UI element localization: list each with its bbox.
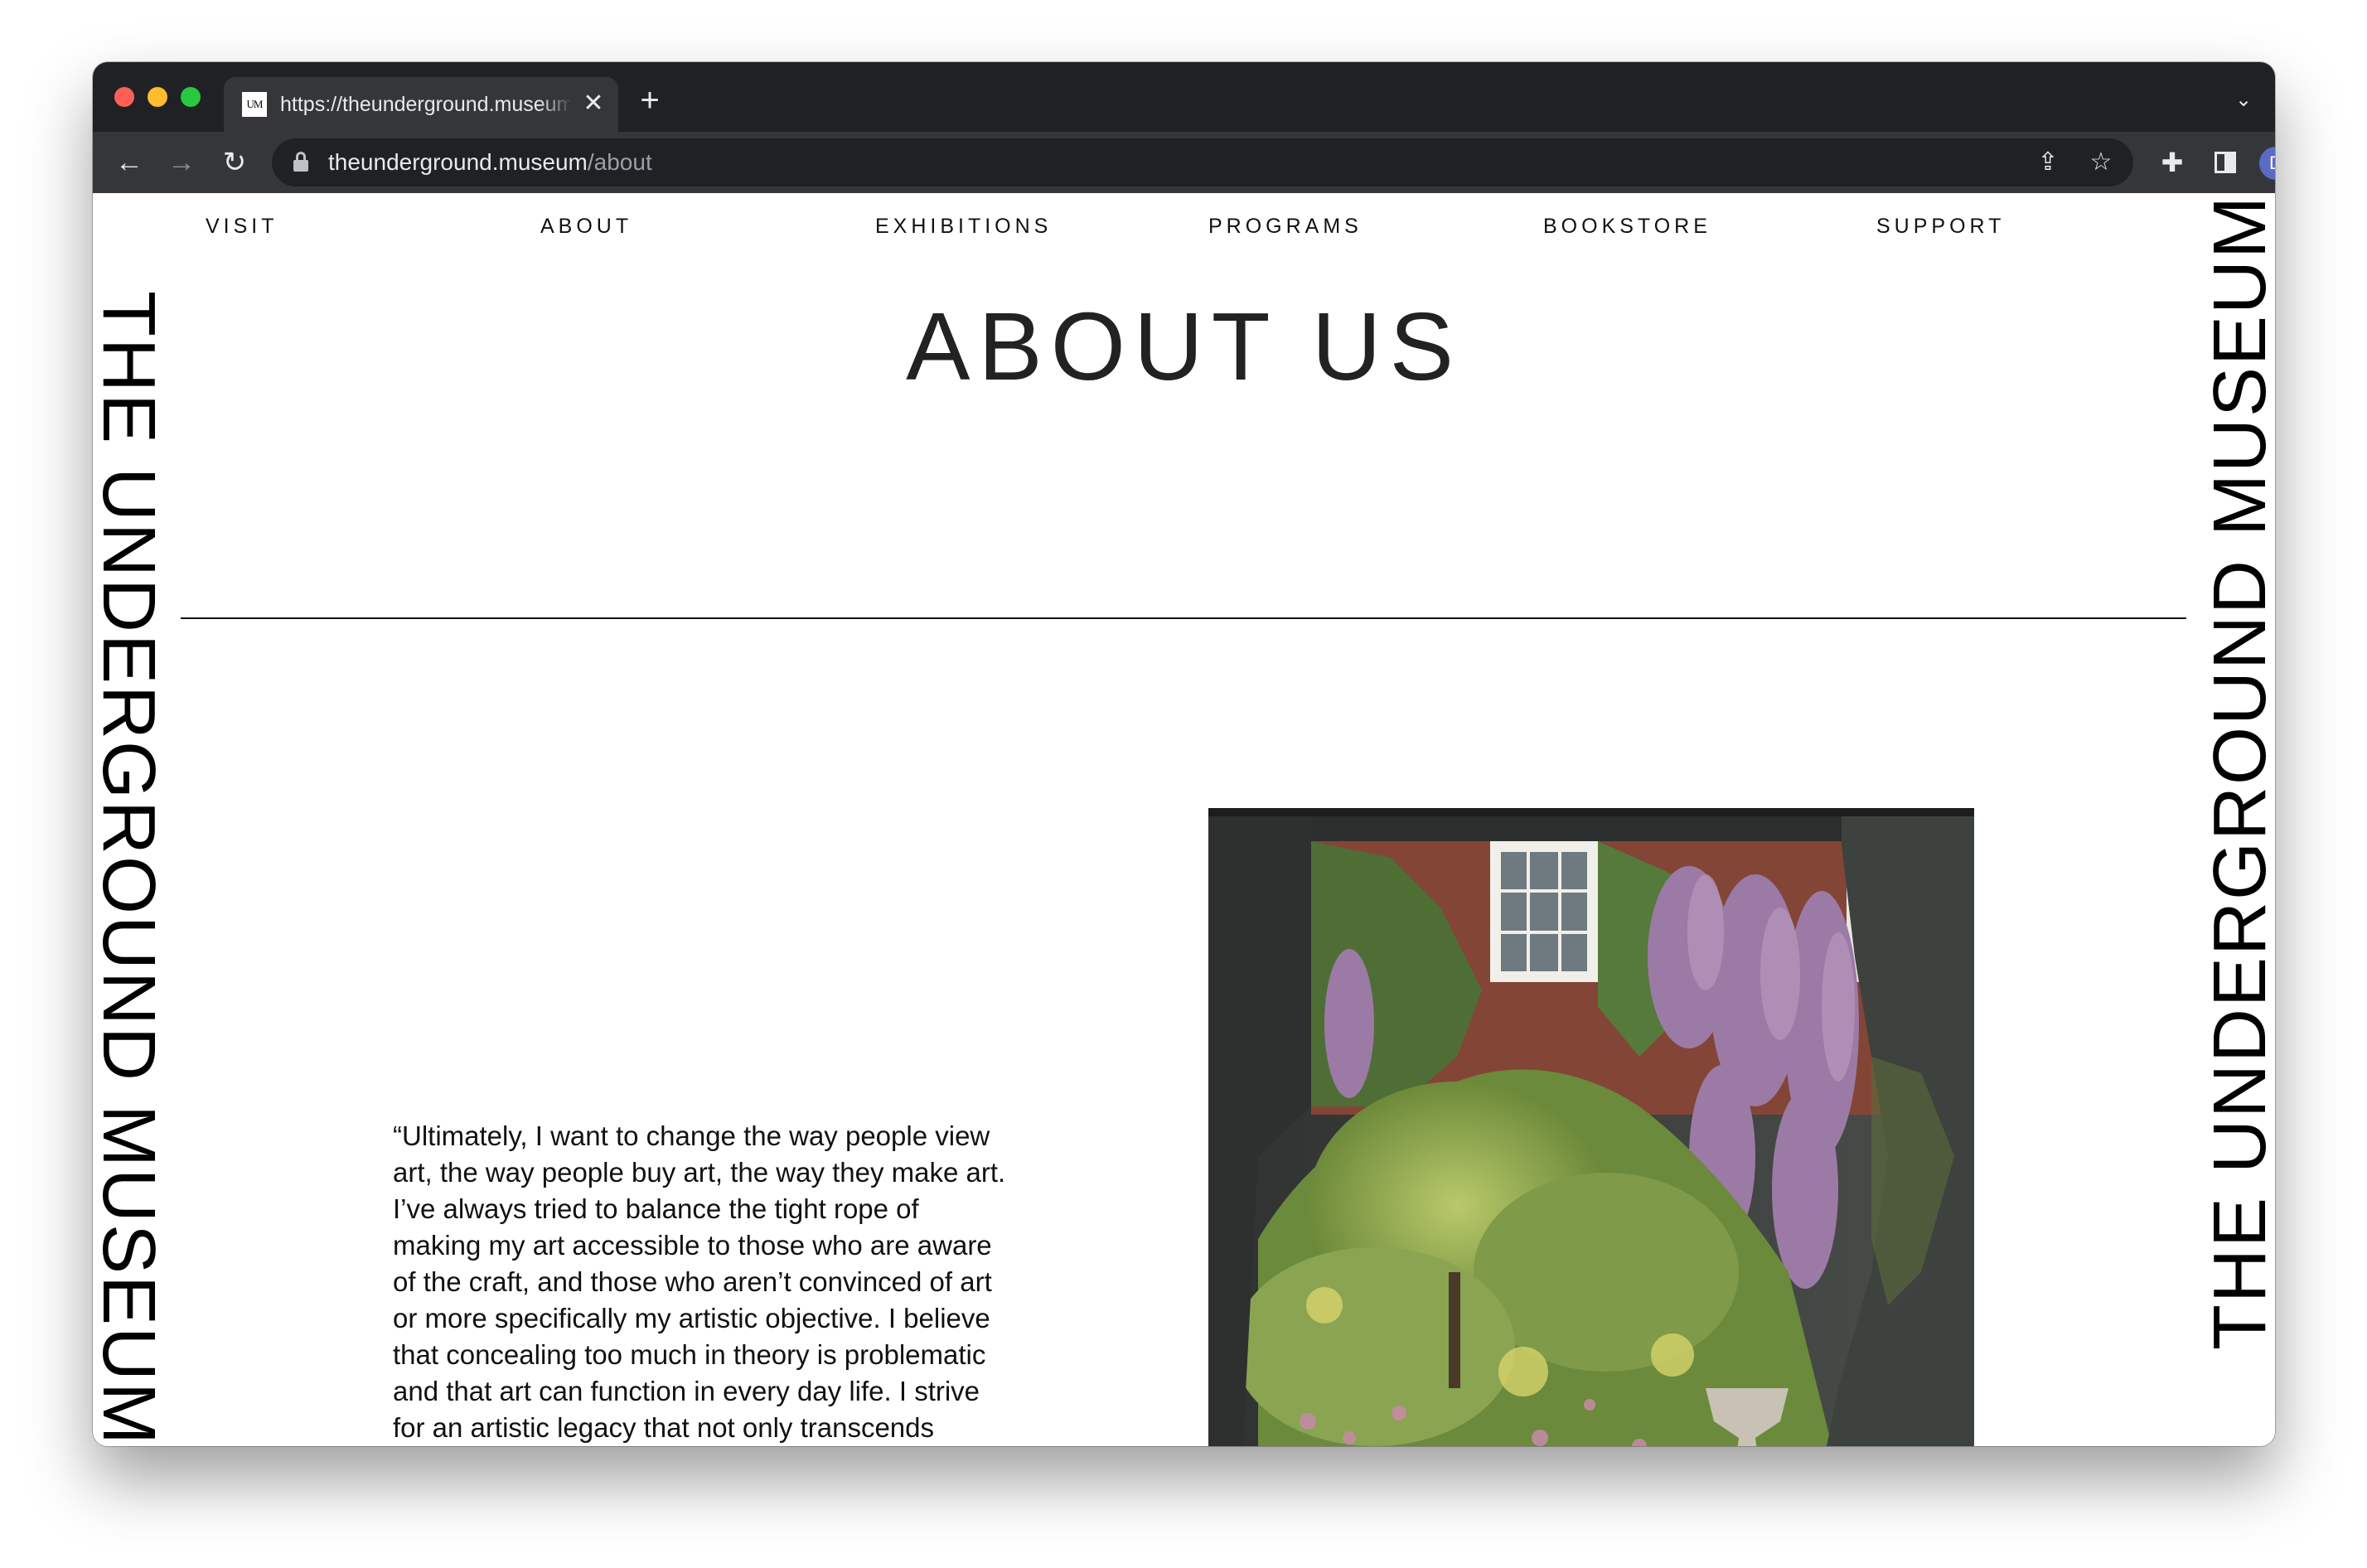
web-page: VISIT ABOUT EXHIBITIONS PROGRAMS BOOKSTO… — [93, 193, 2275, 1446]
site-favicon-icon: UM — [242, 92, 267, 117]
side-wordmark-left[interactable]: THE UNDERGROUND MUSEUM — [93, 291, 170, 1446]
extensions-puzzle-icon[interactable]: ✚ — [2156, 147, 2188, 178]
fullscreen-window-button[interactable] — [181, 87, 201, 107]
tab-search-chevron-icon[interactable]: ⌄ — [2230, 87, 2257, 114]
forward-arrow-icon[interactable]: → — [164, 145, 199, 180]
profile-avatar[interactable]: D — [2259, 147, 2275, 180]
divider — [181, 617, 2186, 619]
nav-programs[interactable]: PROGRAMS — [1208, 210, 1363, 243]
close-tab-icon[interactable]: ✕ — [578, 89, 608, 119]
close-window-button[interactable] — [114, 87, 134, 107]
minimize-window-button[interactable] — [148, 87, 167, 107]
bookmark-star-icon[interactable]: ☆ — [2087, 148, 2115, 177]
page-title: ABOUT US — [906, 293, 1462, 400]
nav-support[interactable]: SUPPORT — [1876, 210, 2005, 243]
browser-window: UM https://theunderground.museum/about ✕… — [93, 62, 2275, 1446]
back-arrow-icon[interactable]: ← — [112, 145, 147, 180]
url-text[interactable]: theunderground.museum/about — [328, 148, 652, 177]
address-bar[interactable]: theunderground.museum/about ⇪ ☆ — [272, 138, 2133, 186]
collage-artwork-image — [1208, 808, 1974, 1446]
nav-exhibitions[interactable]: EXHIBITIONS — [875, 210, 1052, 243]
tab-title: https://theunderground.museum/about — [280, 93, 570, 116]
side-panel-icon[interactable] — [2210, 147, 2241, 178]
url-path: /about — [587, 149, 652, 175]
share-icon[interactable]: ⇪ — [2034, 148, 2062, 177]
artist-quote: “Ultimately, I want to change the way pe… — [393, 1120, 1006, 1443]
nav-bookstore[interactable]: BOOKSTORE — [1543, 210, 1711, 243]
url-host: theunderground.museum — [328, 149, 588, 175]
browser-toolbar: ← → ↻ theunderground.museum/about ⇪ ☆ ✚ … — [93, 132, 2275, 193]
new-tab-button[interactable]: + — [633, 84, 666, 117]
tab-active[interactable]: UM https://theunderground.museum/about ✕ — [224, 77, 618, 132]
nav-visit[interactable]: VISIT — [206, 210, 278, 243]
nav-about[interactable]: ABOUT — [540, 210, 632, 243]
tab-bar: UM https://theunderground.museum/about ✕… — [93, 62, 2275, 132]
reload-icon[interactable]: ↻ — [217, 145, 252, 180]
tab-title-fade — [539, 85, 572, 123]
lock-icon[interactable] — [293, 152, 308, 172]
